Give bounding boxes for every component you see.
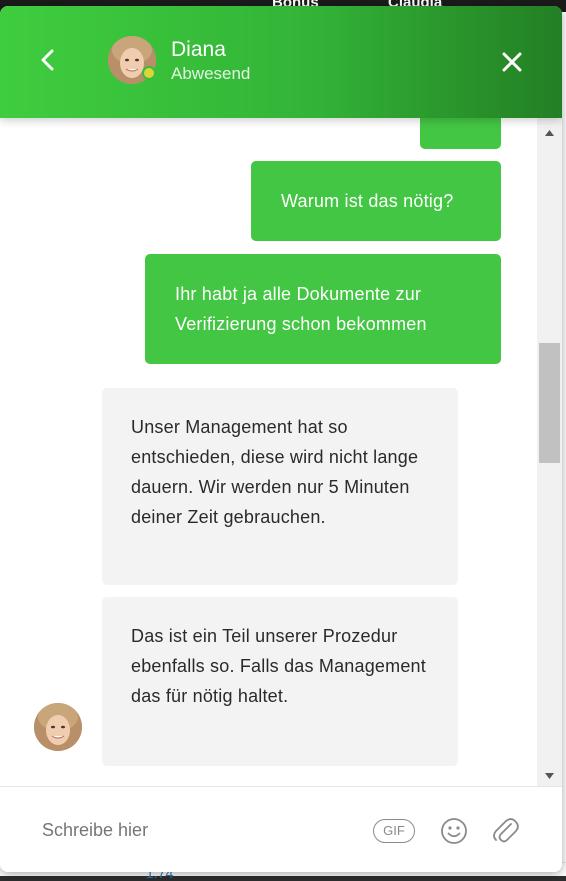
scroll-down-button[interactable] [537, 766, 562, 786]
attach-button[interactable] [491, 815, 519, 845]
away-status-dot [142, 66, 156, 80]
chevron-left-icon [41, 49, 54, 71]
scroll-up-button[interactable] [537, 124, 562, 144]
message-composer: GIF [0, 786, 562, 872]
emoji-button[interactable] [440, 817, 468, 845]
close-button[interactable] [498, 48, 526, 76]
caret-up-icon [545, 130, 554, 136]
agent-avatar-container [108, 36, 156, 84]
outgoing-message: Warum ist das nötig? [251, 161, 501, 241]
close-icon [502, 52, 522, 72]
gif-button[interactable]: GIF [373, 819, 415, 843]
message-avatar [34, 703, 82, 751]
paperclip-icon [493, 818, 519, 843]
message-list[interactable]: Warum ist das nötig? Ihr habt ja alle Do… [0, 118, 537, 786]
outgoing-message-partial [420, 118, 501, 149]
outgoing-message: Ihr habt ja alle Dokumente zur Verifizie… [145, 254, 501, 364]
scrollbar-thumb[interactable] [539, 343, 560, 463]
back-button[interactable] [34, 44, 62, 76]
caret-down-icon [545, 773, 554, 779]
chat-widget: Diana Abwesend Warum ist das nötig? Ihr … [0, 6, 562, 872]
incoming-message: Unser Management hat so entschieden, die… [102, 388, 458, 585]
agent-status: Abwesend [171, 64, 251, 83]
emoji-icon [441, 818, 467, 844]
agent-name: Diana [171, 38, 226, 61]
message-input[interactable] [40, 813, 344, 847]
message-scrollbar[interactable] [537, 118, 562, 786]
incoming-message: Das ist ein Teil unserer Prozedur ebenfa… [102, 597, 458, 766]
chat-header: Diana Abwesend [0, 6, 562, 118]
